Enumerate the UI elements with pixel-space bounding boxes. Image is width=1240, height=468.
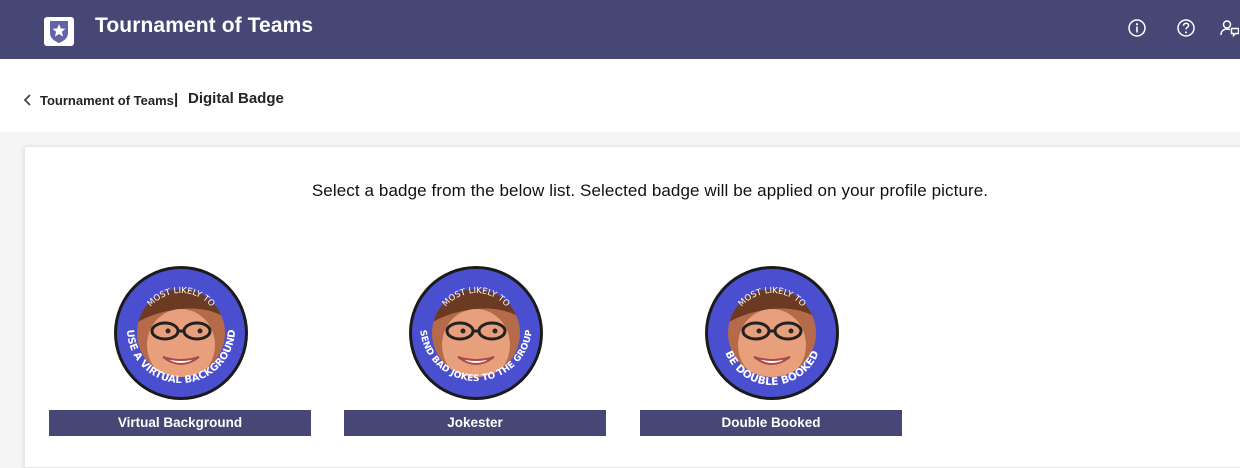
- badge-option-double-booked[interactable]: MOST LIKELY TO BE DOUBLE BOOKED Double B…: [640, 265, 902, 437]
- info-icon[interactable]: [1127, 18, 1147, 38]
- app-logo-icon: [44, 17, 74, 46]
- badge-label[interactable]: Double Booked: [640, 410, 902, 436]
- feedback-icon[interactable]: [1219, 18, 1239, 38]
- badge-label[interactable]: Virtual Background: [49, 410, 311, 436]
- badge-image: MOST LIKELY TO SEND BAD JOKES TO THE GRO…: [409, 266, 543, 400]
- badge-label[interactable]: Jokester: [344, 410, 606, 436]
- badge-image: MOST LIKELY TO USE A VIRTUAL BACKGROUND: [114, 266, 248, 400]
- badge-option-virtual-background[interactable]: MOST LIKELY TO USE A VIRTUAL BACKGROUND …: [49, 265, 311, 437]
- breadcrumb-current: Digital Badge: [188, 90, 284, 107]
- instructions-text: Select a badge from the below list. Sele…: [311, 181, 989, 200]
- breadcrumb-bar: [0, 59, 1240, 132]
- app-title: Tournament of Teams: [95, 14, 314, 37]
- breadcrumb-separator: |: [174, 91, 179, 108]
- help-icon[interactable]: [1176, 18, 1196, 38]
- back-chevron-icon[interactable]: [22, 93, 34, 107]
- badge-option-jokester[interactable]: MOST LIKELY TO SEND BAD JOKES TO THE GRO…: [344, 265, 606, 437]
- app-header: Tournament of Teams: [0, 0, 1240, 59]
- badge-image: MOST LIKELY TO BE DOUBLE BOOKED: [705, 266, 839, 400]
- breadcrumb-parent-link[interactable]: Tournament of Teams: [40, 93, 174, 108]
